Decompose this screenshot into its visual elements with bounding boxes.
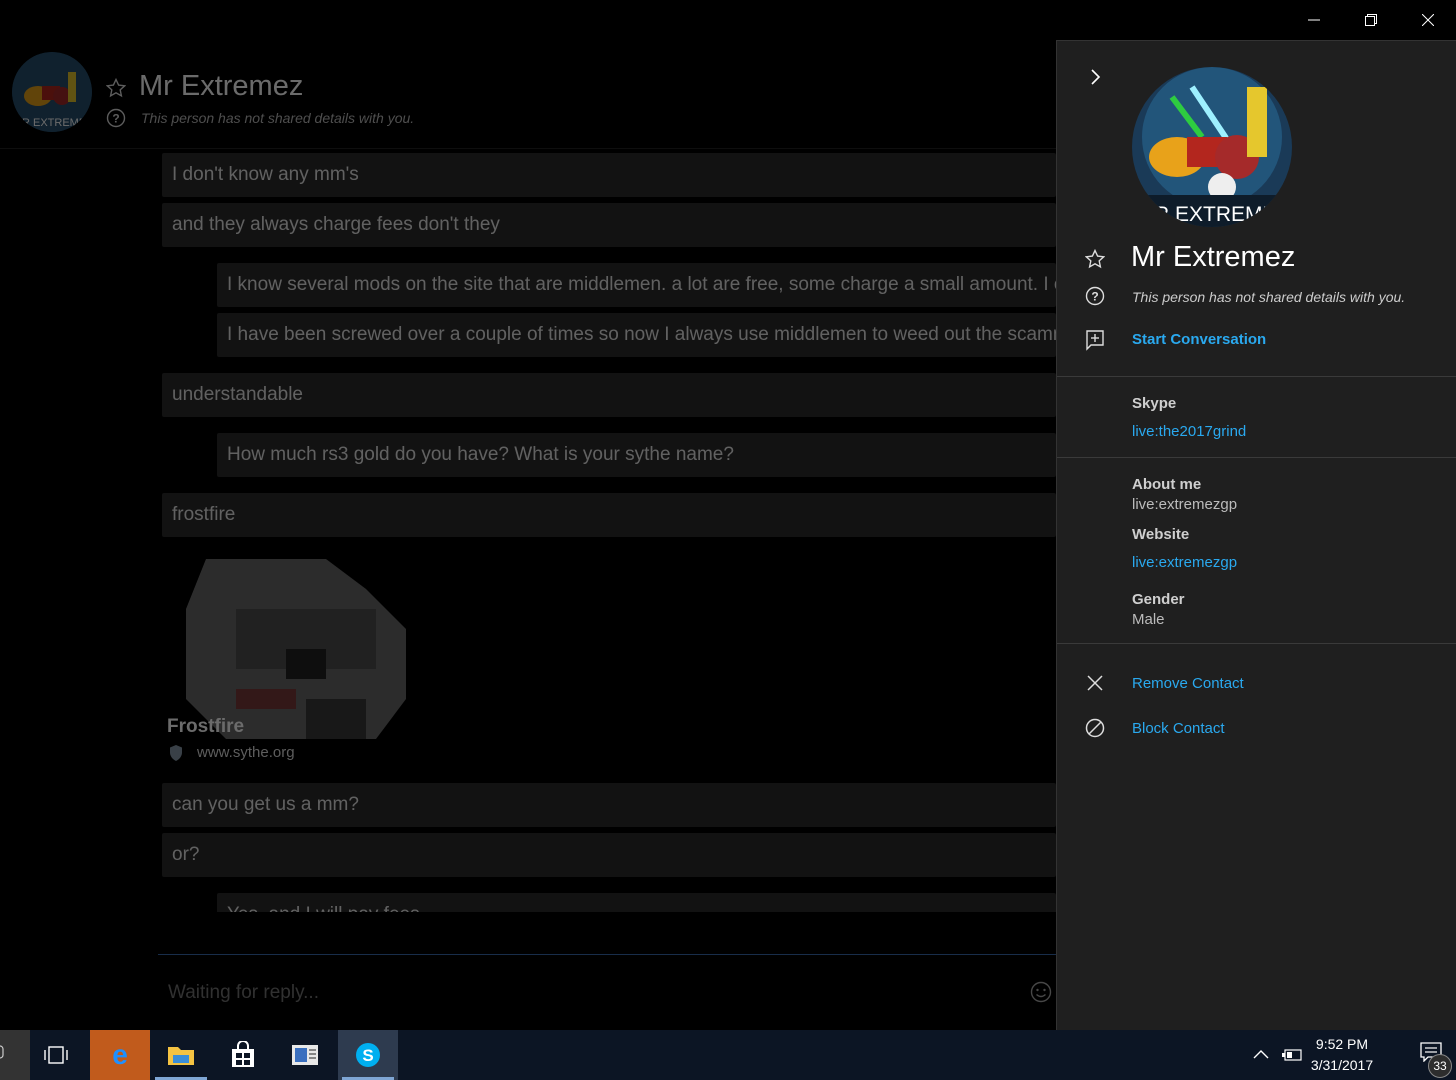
message-bubble[interactable]: frostfire bbox=[162, 493, 1056, 537]
message-bubble[interactable]: or? bbox=[162, 833, 1056, 877]
message-bubble[interactable]: How much rs3 gold do you have? What is y… bbox=[217, 433, 1056, 477]
close-icon[interactable] bbox=[1399, 0, 1456, 40]
chevron-right-icon[interactable] bbox=[1085, 67, 1105, 92]
svg-text:?: ? bbox=[112, 112, 119, 126]
site-shield-icon bbox=[168, 744, 184, 767]
block-icon[interactable] bbox=[1085, 718, 1105, 743]
block-contact-button[interactable]: Block Contact bbox=[1132, 720, 1225, 737]
message-bubble[interactable]: and they always charge fees don't they bbox=[162, 203, 1056, 247]
close-icon[interactable] bbox=[1085, 673, 1105, 698]
emoji-icon[interactable] bbox=[1030, 981, 1052, 1008]
minimize-icon[interactable] bbox=[1285, 0, 1342, 40]
message-bubble[interactable]: I don't know any mm's bbox=[162, 153, 1056, 197]
message-bubble[interactable]: can you get us a mm? bbox=[162, 783, 1056, 827]
news-app-icon[interactable] bbox=[275, 1030, 335, 1080]
profile-status: This person has not shared details with … bbox=[1132, 289, 1406, 305]
profile-avatar[interactable]: R EXTREME bbox=[1132, 67, 1292, 227]
message-composer bbox=[158, 954, 1056, 1030]
battery-icon[interactable] bbox=[1281, 1046, 1303, 1069]
message-list[interactable]: I don't know any mm's and they always ch… bbox=[0, 150, 1056, 912]
start-conversation-button[interactable]: Start Conversation bbox=[1132, 331, 1266, 348]
link-preview-url[interactable]: www.sythe.org bbox=[197, 744, 295, 761]
restore-icon[interactable] bbox=[1342, 0, 1399, 40]
notification-count-badge: 33 bbox=[1428, 1054, 1452, 1078]
profile-panel: R EXTREME Mr Extremez ? This person has … bbox=[1056, 40, 1456, 1030]
message-input[interactable] bbox=[166, 981, 990, 1005]
message-bubble[interactable]: understandable bbox=[162, 373, 1056, 417]
gender-value: Male bbox=[1132, 611, 1165, 628]
chat-contact-name: Mr Extremez bbox=[139, 70, 304, 102]
svg-text:?: ? bbox=[1091, 290, 1098, 304]
clock-date: 3/31/2017 bbox=[1310, 1057, 1374, 1073]
skype-label: Skype bbox=[1132, 395, 1177, 412]
about-me-label: About me bbox=[1132, 476, 1202, 493]
link-preview-image bbox=[166, 549, 446, 775]
chat-avatar[interactable]: R EXTREME bbox=[12, 52, 92, 132]
divider bbox=[1057, 643, 1456, 644]
divider bbox=[1057, 457, 1456, 458]
favorite-star-icon[interactable] bbox=[1084, 248, 1106, 274]
remove-contact-button[interactable]: Remove Contact bbox=[1132, 675, 1244, 692]
taskbar: e S 9:52 PM 3/31/2017 33 bbox=[0, 1030, 1456, 1080]
store-icon[interactable] bbox=[213, 1030, 273, 1080]
website-link[interactable]: live:extremezgp bbox=[1132, 554, 1237, 571]
profile-avatar-text: R EXTREME bbox=[1154, 203, 1277, 226]
chevron-up-icon[interactable] bbox=[1252, 1046, 1270, 1069]
help-circle-icon[interactable]: ? bbox=[106, 108, 126, 133]
favorite-star-icon[interactable] bbox=[105, 77, 127, 103]
taskbar-clock[interactable]: 9:52 PM 3/31/2017 bbox=[1302, 1034, 1382, 1076]
website-label: Website bbox=[1132, 526, 1190, 543]
chat-area: R EXTREME Mr Extremez ? This person has … bbox=[0, 0, 1056, 1030]
about-me-value: live:extremezgp bbox=[1132, 496, 1238, 513]
message-bubble[interactable]: I have been screwed over a couple of tim… bbox=[217, 313, 1056, 357]
divider bbox=[1057, 376, 1456, 377]
message-bubble[interactable]: I know several mods on the site that are… bbox=[217, 263, 1056, 307]
profile-name: Mr Extremez bbox=[1131, 241, 1296, 273]
svg-text:e: e bbox=[112, 1041, 128, 1069]
svg-text:S: S bbox=[362, 1046, 373, 1065]
message-bubble[interactable]: Yes, and I will pay fees bbox=[217, 893, 1056, 912]
link-preview-card[interactable]: Frostfire www.sythe.org bbox=[162, 549, 452, 775]
task-view-icon[interactable] bbox=[26, 1030, 86, 1080]
help-circle-icon[interactable]: ? bbox=[1085, 286, 1105, 311]
skype-id-link[interactable]: live:the2017grind bbox=[1132, 423, 1246, 440]
chat-contact-status: This person has not shared details with … bbox=[141, 110, 415, 126]
file-explorer-icon[interactable] bbox=[151, 1030, 211, 1080]
window-controls bbox=[1285, 0, 1456, 40]
clock-time: 9:52 PM bbox=[1315, 1036, 1369, 1052]
add-conversation-icon[interactable] bbox=[1085, 329, 1105, 356]
link-preview-title[interactable]: Frostfire bbox=[167, 716, 244, 738]
skype-taskbar-icon[interactable]: S bbox=[338, 1030, 398, 1080]
gender-label: Gender bbox=[1132, 591, 1185, 608]
edge-browser-icon[interactable]: e bbox=[90, 1030, 150, 1080]
